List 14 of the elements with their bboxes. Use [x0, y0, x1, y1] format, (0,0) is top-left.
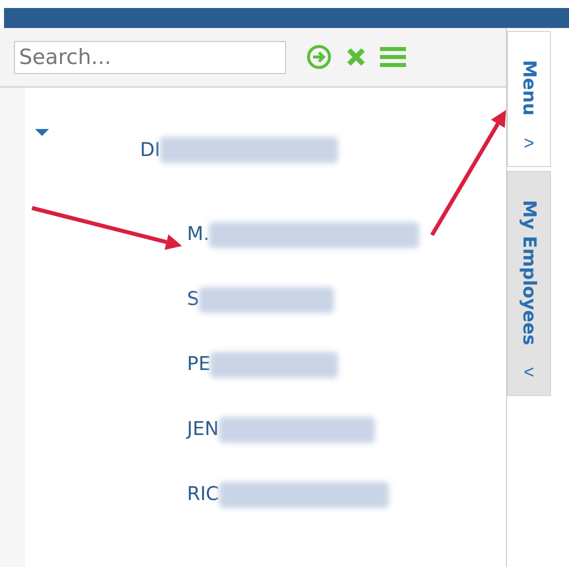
side-tab[interactable]: My Employees < [507, 170, 551, 396]
tree-item[interactable]: S [187, 285, 200, 314]
tree-item[interactable]: RIC [187, 480, 220, 509]
close-icon[interactable] [346, 47, 366, 67]
tree-item[interactable]: DI [140, 136, 160, 164]
tree-item[interactable]: PE [187, 350, 210, 379]
chevron-icon: > [524, 134, 534, 152]
menu-icon[interactable] [380, 46, 406, 68]
chevron-icon: < [524, 363, 534, 381]
tree-item[interactable]: M. [187, 220, 210, 249]
tree-item[interactable]: JEN [187, 415, 219, 444]
side-tab[interactable]: Menu > [507, 31, 551, 167]
caret-down-icon[interactable] [35, 128, 49, 138]
search-field[interactable]: Search... [14, 40, 286, 74]
